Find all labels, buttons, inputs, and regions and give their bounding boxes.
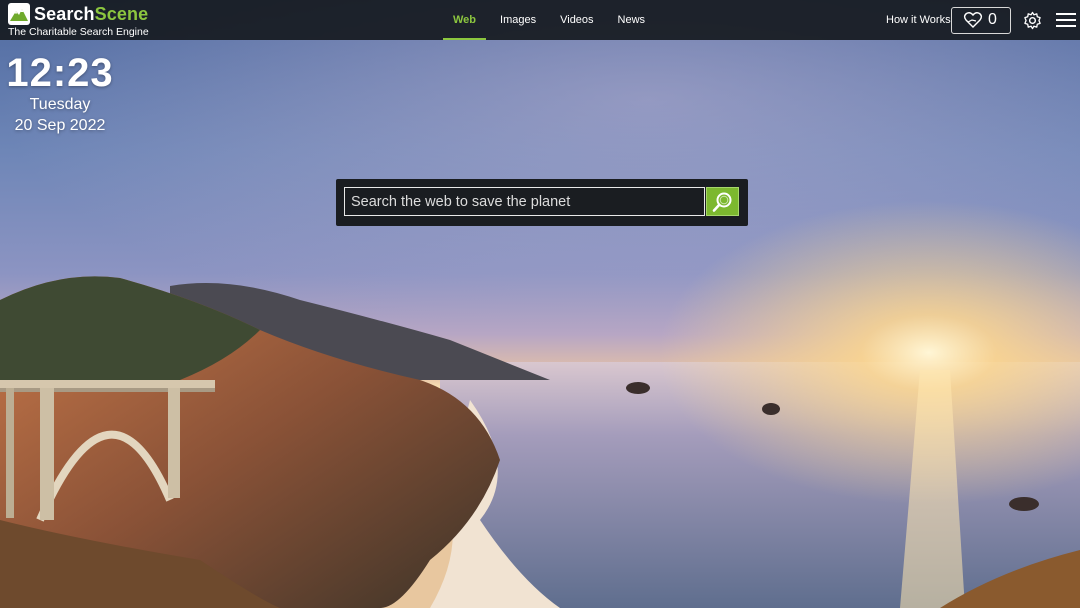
clock-date: 20 Sep 2022	[14, 117, 106, 134]
background-photo	[0, 0, 1080, 608]
search-input[interactable]	[344, 187, 705, 216]
tab-images[interactable]: Images	[490, 0, 546, 40]
search-button[interactable]	[706, 187, 739, 216]
clock-time: 12:23	[6, 51, 114, 95]
brand-tagline: The Charitable Search Engine	[8, 26, 149, 38]
top-bar: SearchScene The Charitable Search Engine…	[0, 0, 1080, 40]
clock-day: Tuesday	[29, 96, 91, 113]
hamburger-menu-icon[interactable]	[1056, 13, 1076, 28]
donation-count: 0	[988, 11, 997, 28]
mountain-logo-icon	[8, 3, 30, 25]
how-it-works-link[interactable]: How it Works	[886, 0, 951, 40]
heart-hand-icon	[963, 12, 983, 28]
brand-name: SearchScene	[34, 4, 149, 24]
search-box	[336, 179, 748, 226]
gear-icon[interactable]	[1023, 11, 1042, 30]
clock-widget: 12:23 Tuesday 20 Sep 2022	[0, 52, 120, 136]
tab-web[interactable]: Web	[443, 0, 487, 40]
magnifier-icon	[712, 192, 732, 212]
tab-videos[interactable]: Videos	[550, 0, 603, 40]
donation-counter-button[interactable]: 0	[951, 7, 1011, 34]
tab-news[interactable]: News	[608, 0, 656, 40]
search-type-tabs: Web Images Videos News	[443, 0, 659, 40]
